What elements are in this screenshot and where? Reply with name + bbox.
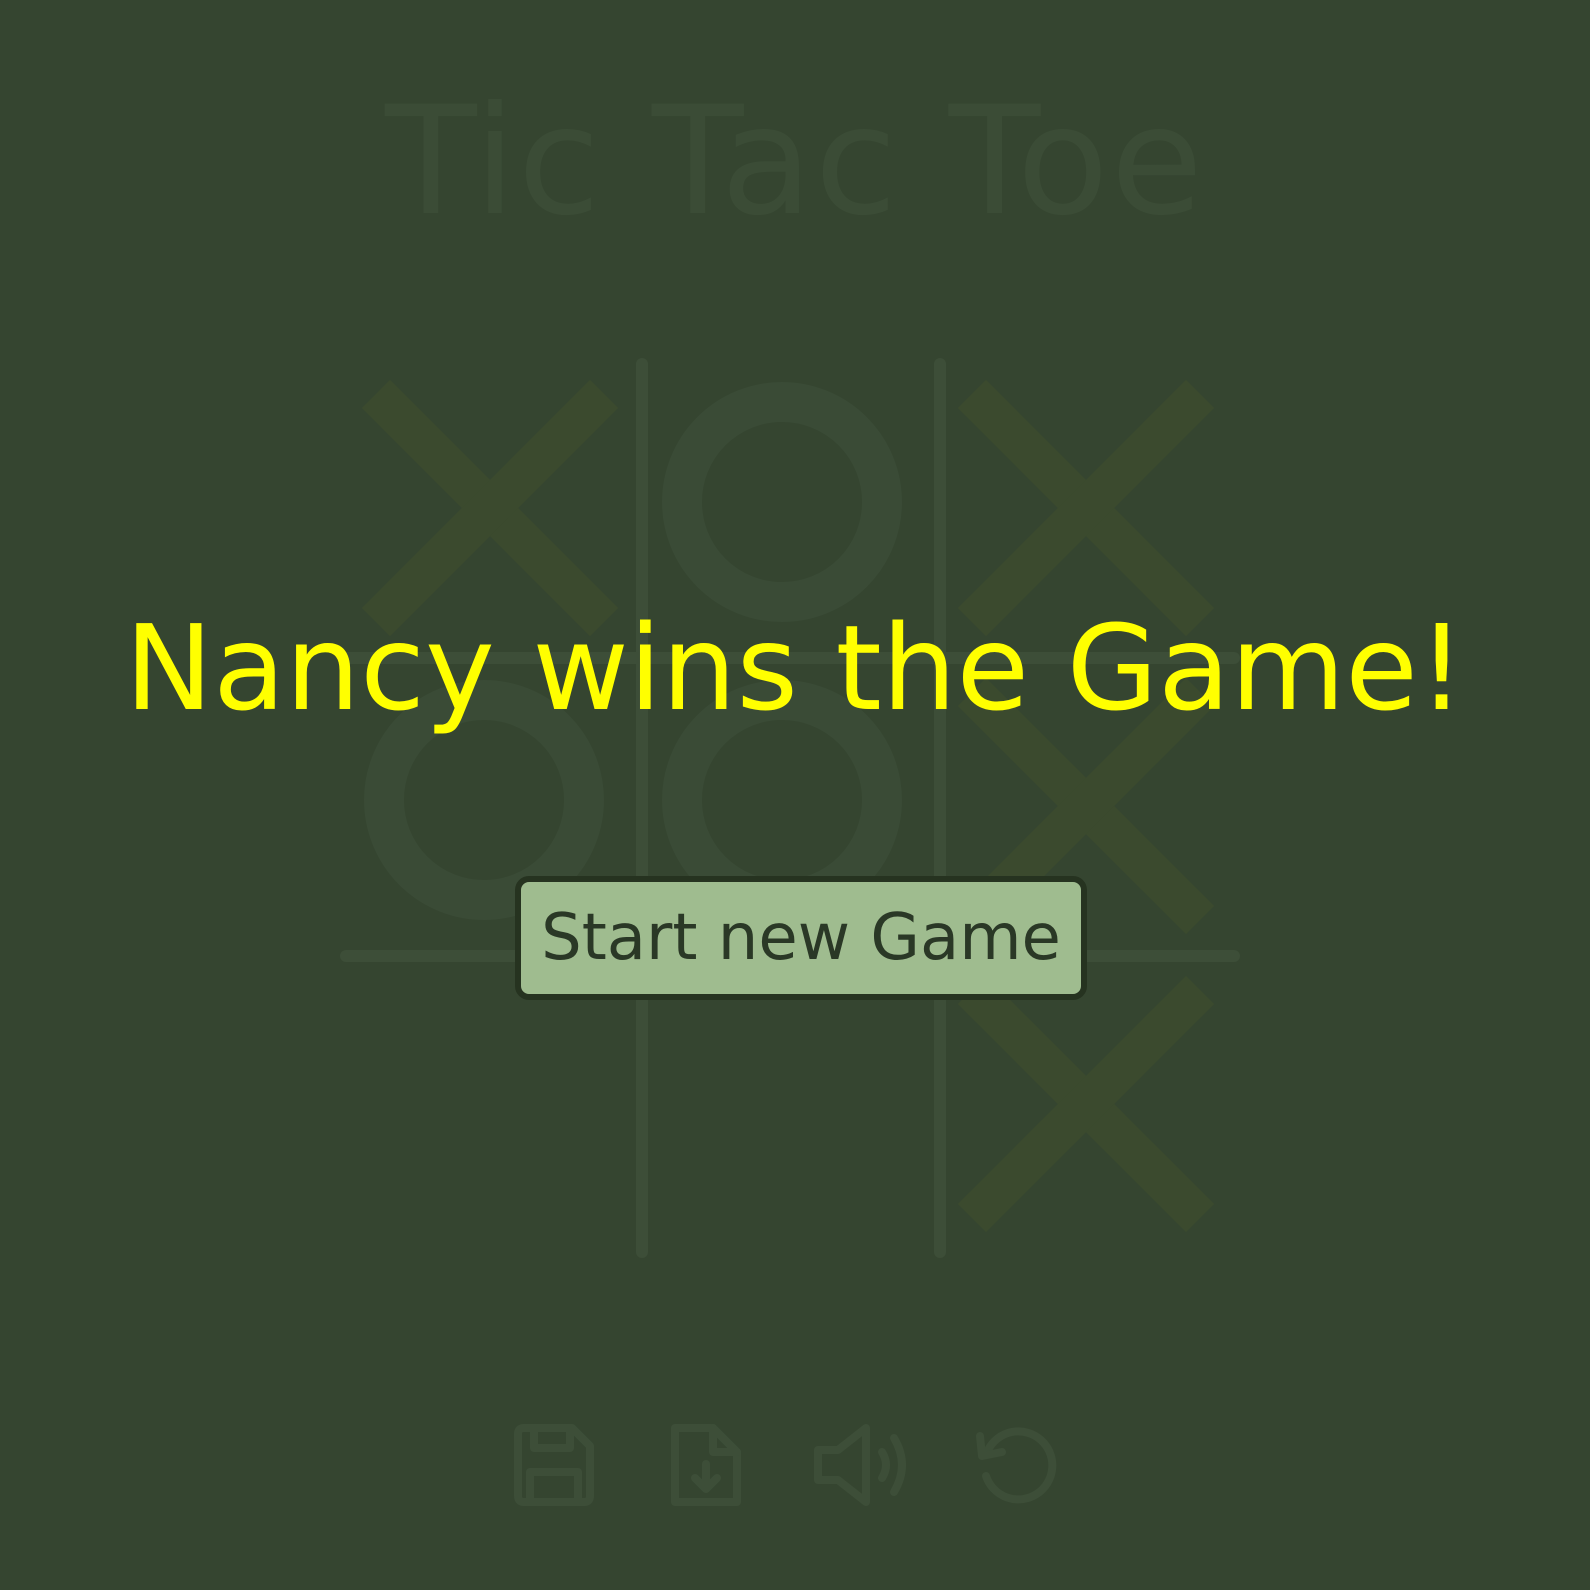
save-icon (510, 1420, 600, 1510)
load-file-icon (665, 1420, 755, 1510)
sound-button[interactable] (810, 1420, 920, 1510)
winner-message: Nancy wins the Game! (124, 599, 1466, 737)
start-new-game-button[interactable]: Start new Game (515, 876, 1087, 1000)
save-button[interactable] (510, 1420, 600, 1510)
undo-button[interactable] (970, 1420, 1060, 1510)
load-game-button[interactable] (665, 1420, 755, 1510)
undo-icon (970, 1420, 1060, 1510)
game-title: Tic Tac Toe (385, 75, 1205, 249)
sound-icon (810, 1420, 920, 1510)
game-board (340, 358, 1240, 1258)
game-screen: Tic Tac Toe Nancy wins the Game! Start n… (0, 0, 1590, 1590)
toolbar (500, 1420, 1100, 1510)
